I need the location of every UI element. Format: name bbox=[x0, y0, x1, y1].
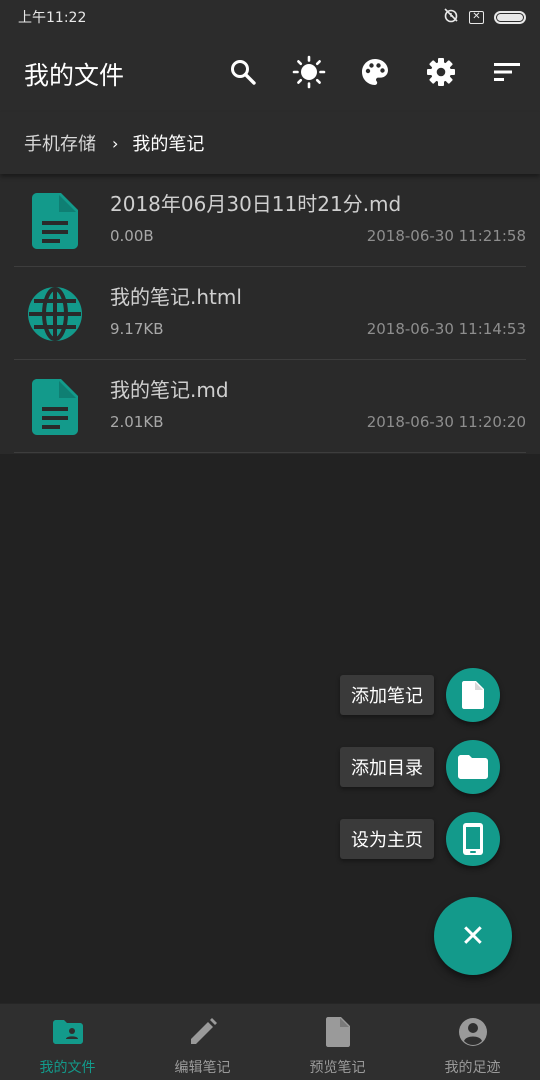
nav-label: 预览笔记 bbox=[309, 1060, 366, 1076]
breadcrumb: 手机存储 › 我的笔记 bbox=[0, 112, 540, 174]
nav-label: 编辑笔记 bbox=[174, 1060, 231, 1076]
battery-icon bbox=[494, 10, 526, 24]
page-title: 我的文件 bbox=[24, 61, 125, 90]
pencil-icon bbox=[187, 1016, 219, 1048]
sort-button[interactable] bbox=[489, 54, 525, 90]
folder-user-icon bbox=[52, 1016, 84, 1048]
nav-label: 我的足迹 bbox=[444, 1060, 501, 1076]
nav-item-my-footprints[interactable]: 我的足迹 bbox=[405, 1004, 540, 1080]
file-name: 2018年06月30日11时21分.md bbox=[110, 192, 402, 216]
fab-label-add-folder[interactable]: 添加目录 bbox=[340, 747, 434, 787]
new-note-icon bbox=[462, 681, 484, 709]
nav-item-edit-note[interactable]: 编辑笔记 bbox=[135, 1004, 270, 1080]
globe-icon bbox=[24, 283, 86, 345]
add-folder-button[interactable] bbox=[446, 740, 500, 794]
file-item[interactable]: 我的笔记.md 2.01KB 2018-06-30 11:20:20 bbox=[14, 360, 526, 453]
fab-close-button[interactable]: ✕ bbox=[434, 897, 512, 975]
file-name: 我的笔记.md bbox=[110, 378, 229, 402]
brightness-icon bbox=[292, 55, 326, 89]
sort-icon bbox=[494, 63, 520, 81]
chevron-right-icon: › bbox=[112, 133, 119, 153]
palette-icon bbox=[362, 59, 388, 85]
add-note-button[interactable] bbox=[446, 668, 500, 722]
breadcrumb-root[interactable]: 手机存储 bbox=[24, 130, 96, 156]
fab-label-set-home[interactable]: 设为主页 bbox=[340, 819, 434, 859]
fab-label-add-note[interactable]: 添加笔记 bbox=[340, 675, 434, 715]
fab-item-set-home[interactable]: 设为主页 bbox=[340, 812, 500, 866]
gear-icon bbox=[427, 58, 455, 86]
file-list: 2018年06月30日11时21分.md 0.00B 2018-06-30 11… bbox=[0, 174, 540, 454]
alarm-off-icon bbox=[443, 7, 459, 27]
breadcrumb-current[interactable]: 我的笔记 bbox=[132, 130, 204, 156]
file-size: 9.17KB bbox=[110, 320, 164, 338]
account-icon bbox=[457, 1016, 489, 1048]
search-icon bbox=[231, 60, 256, 85]
bottom-nav: 我的文件 编辑笔记 预览笔记 我的足迹 bbox=[0, 1003, 540, 1080]
palette-button[interactable] bbox=[357, 54, 393, 90]
brightness-button[interactable] bbox=[291, 54, 327, 90]
status-bar: 上午11:22 ✕ bbox=[0, 0, 540, 34]
document-icon bbox=[24, 376, 86, 438]
file-item[interactable]: 2018年06月30日11时21分.md 0.00B 2018-06-30 11… bbox=[14, 174, 526, 267]
status-icons: ✕ bbox=[443, 7, 526, 27]
document-icon bbox=[322, 1016, 354, 1048]
file-date: 2018-06-30 11:14:53 bbox=[366, 320, 526, 338]
file-size: 0.00B bbox=[110, 227, 154, 245]
fab-item-add-folder[interactable]: 添加目录 bbox=[340, 740, 500, 794]
screen: 上午11:22 ✕ 我的文件 手机存储 › 我的笔记 2018年06月30日11… bbox=[0, 0, 540, 1080]
status-time: 上午11:22 bbox=[18, 10, 87, 26]
folder-icon bbox=[458, 755, 488, 779]
file-size: 2.01KB bbox=[110, 413, 164, 431]
settings-button[interactable] bbox=[423, 54, 459, 90]
file-item[interactable]: 我的笔记.html 9.17KB 2018-06-30 11:14:53 bbox=[14, 267, 526, 360]
app-bar: 我的文件 bbox=[0, 34, 540, 112]
nav-item-my-files[interactable]: 我的文件 bbox=[0, 1004, 135, 1080]
file-name: 我的笔记.html bbox=[110, 285, 242, 309]
file-date: 2018-06-30 11:21:58 bbox=[366, 227, 526, 245]
nav-label: 我的文件 bbox=[39, 1060, 96, 1076]
set-home-button[interactable] bbox=[446, 812, 500, 866]
document-icon bbox=[24, 190, 86, 252]
phone-icon bbox=[463, 823, 483, 855]
file-date: 2018-06-30 11:20:20 bbox=[366, 413, 526, 431]
close-icon: ✕ bbox=[460, 918, 486, 954]
close-box-icon: ✕ bbox=[469, 10, 484, 24]
nav-item-preview-note[interactable]: 预览笔记 bbox=[270, 1004, 405, 1080]
search-button[interactable] bbox=[225, 54, 261, 90]
fab-item-add-note[interactable]: 添加笔记 bbox=[340, 668, 500, 722]
